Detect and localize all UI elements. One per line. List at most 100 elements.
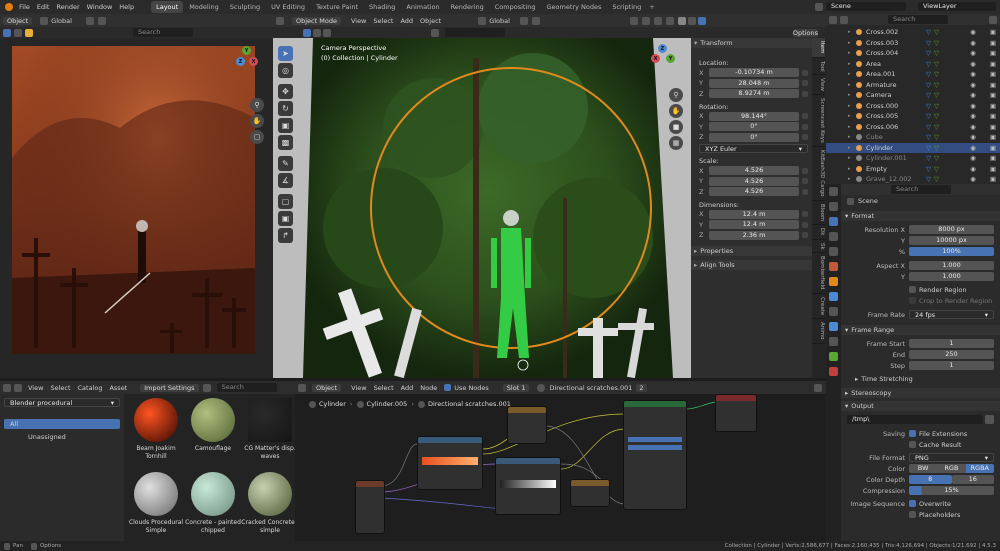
file-extensions-checkbox[interactable] [909, 430, 916, 437]
visibility-eye-icon[interactable]: ◉ [970, 164, 976, 175]
texture-coordinate-node[interactable] [355, 480, 385, 534]
asset-menu-catalog[interactable]: Catalog [78, 384, 103, 392]
asset-search[interactable]: Search [216, 383, 277, 392]
viewport-search[interactable] [445, 28, 505, 37]
rotation-z-field[interactable]: 0° [709, 132, 799, 142]
perspective-icon[interactable]: ▦ [669, 136, 683, 150]
scene-name[interactable]: Scene [826, 2, 906, 11]
location-lock-icon[interactable] [802, 69, 808, 76]
asset-item[interactable]: Clouds Procedural Simple [126, 472, 186, 534]
expand-arrow-icon[interactable]: ▸ [848, 164, 854, 175]
object-tab-icon[interactable] [829, 277, 838, 286]
properties-search[interactable]: Search [891, 185, 951, 194]
resolution-y-field[interactable]: 10000 px [909, 236, 994, 245]
asset-item[interactable]: Concrete - painted chipped [183, 472, 243, 534]
annotate-tool-icon[interactable]: ✎ [278, 156, 293, 171]
select-box-icon[interactable] [3, 28, 11, 37]
render-camera-icon[interactable]: ▣ [990, 143, 996, 154]
outliner-row[interactable]: ▸ Cross.005 ▽ ▽ ◉ ▣ [826, 111, 1000, 122]
scale-lock-icon[interactable] [802, 188, 808, 195]
measure-tool-icon[interactable]: ∡ [278, 173, 293, 188]
sidebar-tab-bloom[interactable]: Bloom [812, 201, 825, 226]
sidebar-tab-create[interactable]: Create [812, 294, 825, 319]
cache-result-checkbox[interactable] [909, 441, 916, 448]
rotate-tool-icon[interactable]: ↻ [278, 101, 293, 116]
outliner-row[interactable]: ▸ Cross.004 ▽ ▽ ◉ ▣ [826, 48, 1000, 59]
location-lock-icon[interactable] [802, 90, 808, 97]
format-panel-header[interactable]: ▾ Format [841, 211, 1000, 221]
outliner-row[interactable]: ▸ Armature ▽ ▽ ◉ ▣ [826, 80, 1000, 91]
scale-y-field[interactable]: 4.526 [709, 176, 799, 186]
mode-selector[interactable]: Object Mode [292, 16, 341, 25]
library-dropdown[interactable]: Blender procedural ▾ [4, 398, 120, 407]
expand-arrow-icon[interactable]: ▸ [848, 59, 854, 70]
material-shading-icon[interactable] [687, 16, 696, 25]
location-x-field[interactable]: -0.10734 m [709, 68, 799, 78]
viewport-transform-menu[interactable]: Global [489, 17, 510, 25]
asset-menu-asset[interactable]: Asset [109, 384, 127, 392]
resolution-x-field[interactable]: 8000 px [909, 225, 994, 234]
dimension-lock-icon[interactable] [802, 221, 808, 228]
asset-menu-view[interactable]: View [28, 384, 43, 392]
outliner-row[interactable]: ▸ Area ▽ ▽ ◉ ▣ [826, 59, 1000, 70]
rotation-mode-dropdown[interactable]: XYZ Euler ▾ [699, 144, 808, 153]
visibility-eye-icon[interactable]: ◉ [970, 90, 976, 101]
color-rgb-button[interactable]: RGB [937, 464, 966, 473]
crop-checkbox[interactable] [909, 297, 916, 304]
sidebar-tab-tool[interactable]: Tool [812, 58, 825, 76]
view-layer-selector[interactable]: ViewLayer [918, 2, 996, 11]
viewport-menu-add[interactable]: Add [400, 17, 413, 25]
expand-arrow-icon[interactable]: ▸ [848, 27, 854, 38]
outliner-row[interactable]: ▸ Grave_12.002 ▽ ▽ ◉ ▣ [826, 174, 1000, 185]
visibility-eye-icon[interactable]: ◉ [970, 111, 976, 122]
node-object-mode[interactable]: Object [312, 383, 342, 392]
expand-arrow-icon[interactable]: ▸ [848, 69, 854, 80]
global-icon[interactable] [431, 28, 439, 37]
y-axis-gizmo[interactable]: Y [666, 54, 675, 63]
color-ramp-node[interactable] [417, 436, 483, 490]
sidebar-tab-sk[interactable]: Sk [812, 240, 825, 254]
sidebar-tab-item[interactable]: Item [812, 38, 825, 58]
tab-sculpting[interactable]: Sculpting [225, 1, 265, 13]
slot-dropdown[interactable]: Slot 1 [502, 383, 530, 392]
select-mode-2-icon[interactable] [313, 28, 321, 37]
transform-orientation-icon[interactable] [478, 16, 487, 25]
render-camera-icon[interactable]: ▣ [990, 38, 996, 49]
zoom-icon[interactable]: ⚲ [250, 98, 264, 112]
blender-logo-icon[interactable] [5, 3, 13, 11]
render-region-checkbox[interactable] [909, 286, 916, 293]
render-camera-icon[interactable]: ▣ [990, 80, 996, 91]
tab-modeling[interactable]: Modeling [184, 1, 224, 13]
catalog-unassigned[interactable]: Unassigned [4, 432, 120, 442]
node-menu-select[interactable]: Select [374, 384, 394, 392]
modifier-tab-icon[interactable] [829, 292, 838, 301]
pin-icon[interactable] [814, 383, 822, 392]
editor-type-icon[interactable] [276, 16, 284, 25]
options-menu[interactable]: Options [792, 28, 818, 37]
physics-tab-icon[interactable] [829, 322, 838, 331]
frame-range-header[interactable]: ▾ Frame Range [841, 325, 1000, 335]
import-settings-menu[interactable]: Import Settings [140, 383, 199, 392]
left-nav-gizmo[interactable]: Y ZX [236, 46, 258, 66]
render-camera-icon[interactable]: ▣ [990, 48, 996, 59]
filter-icon[interactable] [840, 15, 848, 24]
overlay-toggle-icon[interactable] [653, 16, 662, 25]
placeholders-checkbox[interactable] [909, 511, 916, 518]
viewport-canvas[interactable]: Camera Perspective (0) Collection | Cyli… [273, 38, 691, 378]
output-tab-icon[interactable] [829, 217, 838, 226]
z-axis-gizmo[interactable]: Z [236, 57, 245, 66]
stereoscopy-header[interactable]: ▸ Stereoscopy [841, 388, 1000, 398]
y-axis-gizmo[interactable]: Y [242, 46, 251, 55]
tab-uv-editing[interactable]: UV Editing [266, 1, 310, 13]
viewport-menu-view[interactable]: View [351, 17, 366, 25]
color-bw-button[interactable]: BW [909, 464, 938, 473]
outliner-row[interactable]: ▸ Cross.000 ▽ ▽ ◉ ▣ [826, 101, 1000, 112]
overwrite-checkbox[interactable] [909, 500, 916, 507]
tab-compositing[interactable]: Compositing [490, 1, 541, 13]
view-layer-name[interactable]: ViewLayer [918, 2, 996, 11]
constraints-tab-icon[interactable] [829, 337, 838, 346]
principled-bsdf-node[interactable] [623, 400, 687, 510]
shading-icon[interactable] [25, 28, 33, 37]
frame-end-field[interactable]: 250 [909, 350, 994, 359]
visibility-icon[interactable] [629, 16, 638, 25]
